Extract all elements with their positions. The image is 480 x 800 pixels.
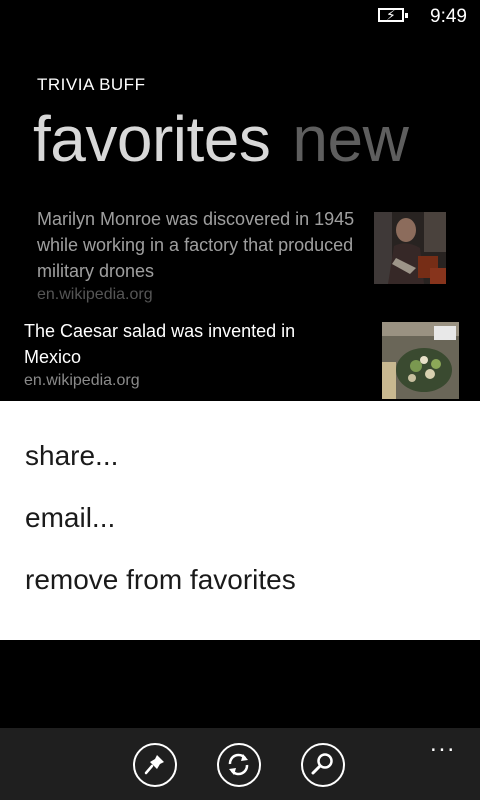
refresh-icon bbox=[228, 753, 249, 776]
pivot-new[interactable]: new bbox=[292, 103, 408, 175]
remove-favorite-menu-item[interactable]: remove from favorites bbox=[25, 564, 296, 596]
pin-button[interactable] bbox=[133, 743, 177, 787]
pivot-header: favorites new bbox=[33, 102, 409, 176]
status-bar: ⚡ 9:49 bbox=[0, 0, 480, 32]
status-time: 9:49 bbox=[430, 6, 467, 27]
pin-icon bbox=[144, 755, 164, 775]
context-menu: share... email... remove from favorites bbox=[0, 401, 480, 640]
more-options-icon[interactable]: ... bbox=[430, 730, 456, 758]
item-text: The Caesar salad was invented in Mexico bbox=[24, 321, 296, 367]
item-source: en.wikipedia.org bbox=[24, 372, 140, 389]
search-button[interactable] bbox=[301, 743, 345, 787]
refresh-button[interactable] bbox=[217, 743, 261, 787]
list-item[interactable]: The Caesar salad was invented in Mexico … bbox=[24, 318, 354, 392]
app-title: TRIVIA BUFF bbox=[37, 75, 146, 94]
email-menu-item[interactable]: email... bbox=[25, 502, 115, 534]
list-item[interactable]: Marilyn Monroe was discovered in 1945 wh… bbox=[37, 206, 357, 306]
item-source: en.wikipedia.org bbox=[37, 286, 153, 303]
search-icon bbox=[311, 753, 333, 775]
pivot-favorites[interactable]: favorites bbox=[33, 103, 271, 175]
share-menu-item[interactable]: share... bbox=[25, 440, 118, 472]
battery-charging-icon: ⚡ bbox=[378, 7, 408, 23]
item-thumbnail bbox=[374, 212, 446, 284]
item-text: Marilyn Monroe was discovered in 1945 wh… bbox=[37, 209, 355, 281]
item-thumbnail bbox=[382, 322, 459, 399]
app-bar: ... bbox=[0, 728, 480, 800]
